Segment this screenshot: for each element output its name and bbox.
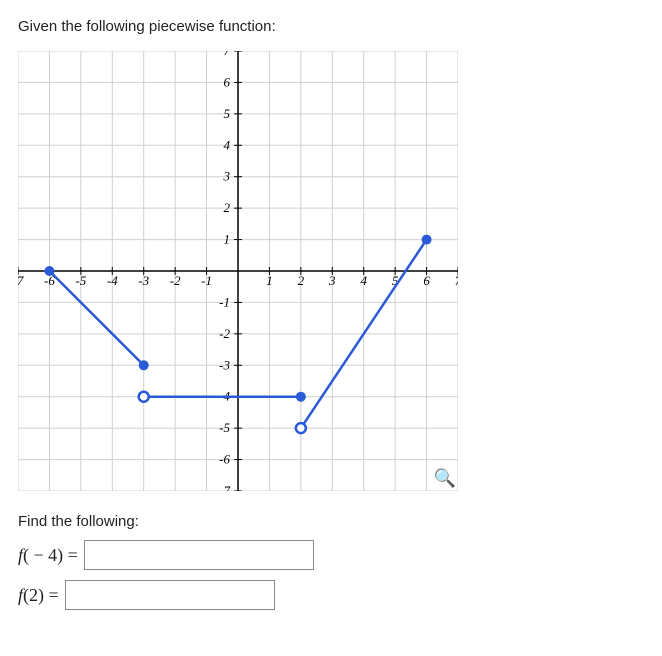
svg-text:3: 3 <box>223 169 231 184</box>
svg-text:2: 2 <box>298 273 305 288</box>
piecewise-graph: -7-6-5-4-3-2-11234567-7-6-5-4-3-2-112345… <box>18 51 458 491</box>
svg-text:-2: -2 <box>219 326 230 341</box>
svg-text:2: 2 <box>224 200 231 215</box>
svg-text:-4: -4 <box>107 273 118 288</box>
question-row-1: f( − 4) = <box>18 540 644 570</box>
svg-text:4: 4 <box>224 137 231 152</box>
svg-text:-6: -6 <box>219 452 230 467</box>
answer-input-f-2[interactable] <box>65 580 275 610</box>
svg-text:-7: -7 <box>219 483 230 491</box>
find-label: Find the following: <box>18 513 644 530</box>
svg-text:-5: -5 <box>219 420 230 435</box>
svg-text:5: 5 <box>224 106 231 121</box>
svg-text:1: 1 <box>266 273 273 288</box>
svg-text:-3: -3 <box>138 273 149 288</box>
svg-text:1: 1 <box>224 232 231 247</box>
answer-input-f-neg4[interactable] <box>84 540 314 570</box>
svg-text:-2: -2 <box>170 273 181 288</box>
svg-text:-1: -1 <box>201 273 212 288</box>
svg-text:-7: -7 <box>18 273 24 288</box>
q1-label: f( − 4) = <box>18 545 78 566</box>
q2-label: f(2) = <box>18 585 59 606</box>
svg-text:3: 3 <box>328 273 336 288</box>
instruction-text: Given the following piecewise function: <box>18 18 644 35</box>
svg-text:6: 6 <box>423 273 430 288</box>
svg-text:-3: -3 <box>219 357 230 372</box>
chart-svg: -7-6-5-4-3-2-11234567-7-6-5-4-3-2-112345… <box>18 51 458 491</box>
svg-text:7: 7 <box>455 273 458 288</box>
svg-text:7: 7 <box>224 51 231 58</box>
svg-text:-5: -5 <box>75 273 86 288</box>
svg-text:6: 6 <box>224 74 231 89</box>
svg-text:-1: -1 <box>219 294 230 309</box>
question-row-2: f(2) = <box>18 580 644 610</box>
magnifier-icon[interactable]: 🔍 <box>434 468 456 489</box>
svg-text:4: 4 <box>360 273 367 288</box>
